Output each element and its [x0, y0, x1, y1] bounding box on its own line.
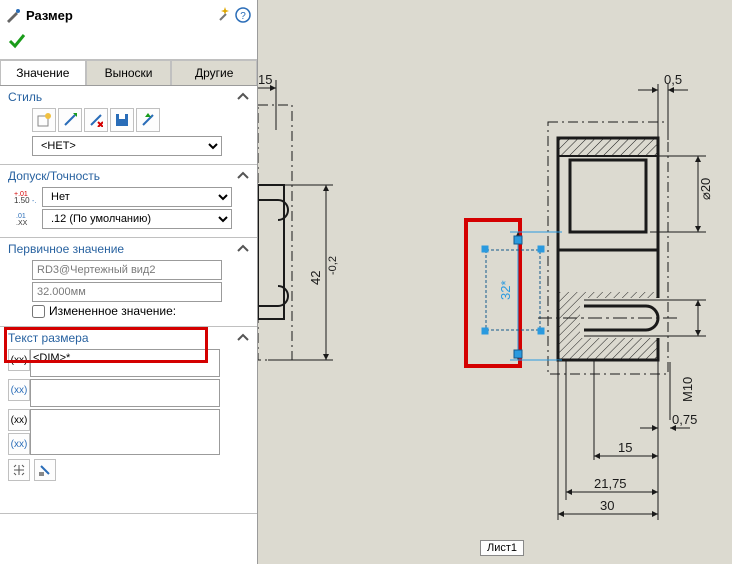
align-btn[interactable]: [34, 459, 56, 481]
tab-value[interactable]: Значение: [0, 60, 86, 85]
text-above-btn[interactable]: (xx): [8, 409, 30, 431]
left-view: 15 42 -0,2: [258, 72, 339, 360]
svg-text:?: ?: [240, 11, 246, 22]
svg-text:.XX: .XX: [16, 220, 28, 227]
dim-m10: M10: [680, 377, 695, 402]
tab-other[interactable]: Другие: [171, 60, 257, 85]
svg-text:.01: .01: [16, 213, 26, 220]
tol-icon: +.011.50-.01: [8, 188, 42, 206]
style-save-icon[interactable]: [110, 108, 134, 132]
dim-value-field: [32, 282, 222, 302]
text-below2-btn[interactable]: (xx): [8, 433, 30, 455]
dim-15b: 15: [618, 440, 632, 455]
chevron-up-icon[interactable]: [237, 170, 249, 182]
dim-21-75: 21,75: [594, 476, 627, 491]
dim-32: 32*: [498, 280, 513, 300]
tolerance-type-select[interactable]: Нет: [42, 187, 232, 207]
section-dimension-text: Текст размера (xx) <DIM>* (xx) (xx) (xx): [0, 327, 257, 514]
tab-leaders[interactable]: Выноски: [86, 60, 172, 85]
section-primary: Первичное значение Измененное значение:: [0, 238, 257, 327]
ok-row: [0, 30, 257, 60]
dimtext-extra-field[interactable]: [30, 409, 220, 455]
panel-title: Размер: [26, 8, 217, 23]
right-view: 32* 0,5 ⌀20 M10 0,75: [482, 72, 713, 520]
prec-icon: .01.XX: [8, 211, 42, 227]
justify-btn[interactable]: [8, 459, 30, 481]
dim-30: 30: [600, 498, 614, 513]
dim-dia20: ⌀20: [698, 178, 713, 200]
section-style: Стиль <НЕТ>: [0, 86, 257, 165]
override-label: Измененное значение:: [49, 304, 176, 318]
primary-label: Первичное значение: [8, 242, 124, 256]
override-checkbox[interactable]: [32, 305, 45, 318]
property-panel: Размер ? Значение Выноски Другие Стиль <…: [0, 0, 258, 564]
tolerance-label: Допуск/Точность: [8, 169, 100, 183]
wand-icon[interactable]: [217, 7, 233, 23]
panel-header: Размер ?: [0, 0, 257, 30]
style-icons: [32, 108, 249, 132]
dimtext-main-field[interactable]: <DIM>*: [30, 349, 220, 377]
style-new-icon[interactable]: [32, 108, 56, 132]
svg-text:-.01: -.01: [32, 198, 36, 205]
help-icon[interactable]: ?: [235, 7, 251, 23]
style-add-icon[interactable]: [58, 108, 82, 132]
tabs: Значение Выноски Другие: [0, 60, 257, 86]
style-label: Стиль: [8, 90, 42, 104]
style-load-icon[interactable]: [136, 108, 160, 132]
style-del-icon[interactable]: [84, 108, 108, 132]
drawing-area[interactable]: 15 42 -0,2: [258, 0, 732, 564]
section-tolerance: Допуск/Точность +.011.50-.01 Нет .01.XX …: [0, 165, 257, 238]
dimtext-label: Текст размера: [8, 331, 89, 345]
dim-name-field: [32, 260, 222, 280]
dim-0-75: 0,75: [672, 412, 697, 427]
dimension-icon: [6, 7, 22, 23]
dimtext-below-field[interactable]: [30, 379, 220, 407]
chevron-up-icon[interactable]: [237, 91, 249, 103]
dim-42-tol: -0,2: [327, 256, 339, 275]
chevron-up-icon[interactable]: [237, 332, 249, 344]
sheet-tab[interactable]: Лист1: [480, 540, 524, 556]
dim-42: 42: [308, 271, 323, 285]
style-select[interactable]: <НЕТ>: [32, 136, 222, 156]
dim-15a: 15: [258, 72, 272, 87]
svg-text:1.50: 1.50: [14, 196, 30, 205]
drawing-svg: 15 42 -0,2: [258, 0, 732, 564]
chevron-up-icon[interactable]: [237, 243, 249, 255]
text-below-btn[interactable]: (xx): [8, 379, 30, 401]
ok-icon[interactable]: [8, 32, 26, 50]
precision-select[interactable]: .12 (По умолчанию): [42, 209, 232, 229]
text-left-btn[interactable]: (xx): [8, 349, 30, 371]
dim-0-5: 0,5: [664, 72, 682, 87]
